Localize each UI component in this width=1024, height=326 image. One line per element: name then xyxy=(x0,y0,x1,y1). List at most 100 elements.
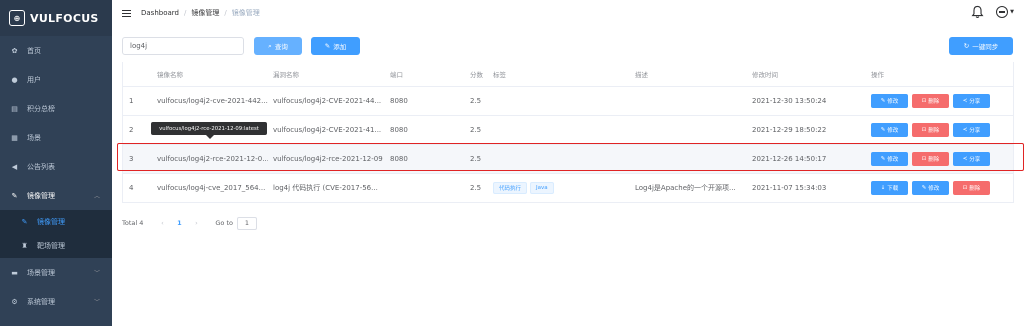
row-tags xyxy=(488,116,628,144)
row-vul-name: vulfocus/log4j2-rce-2021-12-09 xyxy=(273,155,383,163)
row-tags xyxy=(488,87,628,115)
delete-label: 删除 xyxy=(928,99,940,105)
sidebar-item-label: 镜像管理 xyxy=(27,191,55,200)
download-label: 下载 xyxy=(887,186,899,192)
breadcrumb-image-management[interactable]: 镜像管理 xyxy=(191,8,219,18)
logo-text: VULFOCUS xyxy=(30,11,99,25)
table-header: 镜像名称 漏洞名称 端口 分数 标签 描述 修改时间 操作 xyxy=(122,62,1014,87)
sidebar-item-label: 系统管理 xyxy=(27,297,55,306)
edit-button[interactable]: ✎ 修改 xyxy=(871,123,908,137)
search-input[interactable]: log4j xyxy=(122,37,244,55)
sidebar-item-ranking[interactable]: ▤ 积分总榜 xyxy=(0,94,112,123)
table-row[interactable]: 1 vulfocus/log4j2-cve-2021-442... vulfoc… xyxy=(122,87,1014,116)
sidebar-item-label: 积分总榜 xyxy=(27,104,55,113)
delete-button[interactable]: ⊡ 删除 xyxy=(912,123,949,137)
share-icon: ≺ xyxy=(962,98,968,104)
breadcrumb-dashboard[interactable]: Dashboard xyxy=(141,9,179,17)
download-button[interactable]: ↓ 下载 xyxy=(871,181,908,195)
add-button[interactable]: ✎ 添加 xyxy=(311,37,360,55)
sidebar-item-announcements[interactable]: ◀ 公告列表 xyxy=(0,152,112,181)
delete-label: 删除 xyxy=(928,157,940,163)
scene-icon: ▦ xyxy=(11,133,18,142)
trash-icon: ⊡ xyxy=(962,185,968,191)
share-icon: ≺ xyxy=(962,127,968,133)
header-description: 描述 xyxy=(635,71,648,79)
row-actions: ✎ 修改 ⊡ 删除 ≺ 分享 xyxy=(866,116,1014,144)
row-score: 2.5 xyxy=(470,184,482,192)
row-vul-name: vulfocus/log4j2-CVE-2021-41... xyxy=(273,126,382,134)
download-icon: ↓ xyxy=(880,185,886,191)
share-label: 分享 xyxy=(969,128,981,134)
sidebar-item-scenes[interactable]: ▦ 场景 xyxy=(0,123,112,152)
ranking-icon: ▤ xyxy=(11,104,18,113)
delete-button[interactable]: ⊡ 删除 xyxy=(912,94,949,108)
navbar: Dashboard / 镜像管理 / 镜像管理 ▼ xyxy=(112,0,1024,26)
table-row[interactable]: 4 vulfocus/log4j-cve_2017_564... log4j 代… xyxy=(122,174,1014,203)
delete-button[interactable]: ⊡ 删除 xyxy=(953,181,990,195)
edit-icon: ✎ xyxy=(324,42,331,50)
chevron-up-icon: ︿ xyxy=(93,193,100,200)
trash-icon: ⊡ xyxy=(921,127,927,133)
table-border xyxy=(1013,62,1014,203)
edit-button[interactable]: ✎ 修改 xyxy=(871,94,908,108)
add-button-label: 添加 xyxy=(333,43,347,51)
sidebar-item-label: 靶场管理 xyxy=(37,242,65,250)
share-icon: ≺ xyxy=(962,156,968,162)
sidebar-subitem-images[interactable]: ✎ 镜像管理 xyxy=(0,210,112,234)
pagination: Total 4 ‹ 1 › Go to 1 xyxy=(122,216,257,230)
next-page-icon[interactable]: › xyxy=(189,219,203,227)
logo-shield-icon: ⊕ xyxy=(9,10,25,26)
row-index: 3 xyxy=(129,155,134,163)
row-index: 2 xyxy=(129,126,134,134)
user-menu[interactable]: ▼ xyxy=(996,6,1014,18)
settings-icon: ⚙ xyxy=(11,297,18,306)
sidebar-item-system-management[interactable]: ⚙ 系统管理 ﹀ xyxy=(0,287,112,316)
edit-label: 修改 xyxy=(928,186,940,192)
sidebar-item-image-management[interactable]: ✎ 镜像管理 ︿ xyxy=(0,181,112,210)
header-actions: 操作 xyxy=(871,71,884,79)
tooltip-arrow xyxy=(206,135,214,139)
bell-icon[interactable] xyxy=(971,5,984,19)
delete-button[interactable]: ⊡ 删除 xyxy=(912,152,949,166)
sidebar-item-home[interactable]: ✿ 首页 xyxy=(0,36,112,65)
row-vul-name: log4j 代码执行 (CVE-2017-56... xyxy=(273,184,378,192)
share-button[interactable]: ≺ 分享 xyxy=(953,123,990,137)
share-label: 分享 xyxy=(969,157,981,163)
trash-icon: ⊡ xyxy=(921,156,927,162)
edit-icon: ✎ xyxy=(921,185,927,191)
row-modified: 2021-12-29 18:50:22 xyxy=(752,126,827,134)
row-tags: 代码执行 Java xyxy=(488,174,628,202)
goto-input[interactable]: 1 xyxy=(237,216,257,230)
header-tags: 标签 xyxy=(493,71,506,79)
sidebar-item-label: 用户 xyxy=(27,75,41,84)
edit-button[interactable]: ✎ 修改 xyxy=(912,181,949,195)
share-button[interactable]: ≺ 分享 xyxy=(953,94,990,108)
row-port: 8080 xyxy=(390,97,408,105)
image-name-tooltip: vulfocus/log4j2-rce-2021-12-09:latest xyxy=(151,122,267,135)
prev-page-icon[interactable]: ‹ xyxy=(155,219,169,227)
header-index xyxy=(122,62,150,86)
breadcrumb-separator: / xyxy=(224,9,227,17)
share-button[interactable]: ≺ 分享 xyxy=(953,152,990,166)
image-manage-icon: ✎ xyxy=(11,191,18,200)
sidebar-subitem-targets[interactable]: ♜ 靶场管理 xyxy=(0,234,112,258)
caret-down-icon: ▼ xyxy=(1010,9,1014,15)
sidebar-item-users[interactable]: ● 用户 xyxy=(0,65,112,94)
sync-button[interactable]: ↻ 一键同步 xyxy=(949,37,1013,55)
edit-button[interactable]: ✎ 修改 xyxy=(871,152,908,166)
row-description: Log4j是Apache的一个开源项... xyxy=(635,184,736,192)
page-number[interactable]: 1 xyxy=(169,219,189,227)
row-score: 2.5 xyxy=(470,126,482,134)
sidebar-item-scene-management[interactable]: ▬ 场景管理 ﹀ xyxy=(0,258,112,287)
hamburger-icon[interactable] xyxy=(122,9,131,17)
query-button[interactable]: ⌕ 查询 xyxy=(254,37,302,55)
row-modified: 2021-12-26 14:50:17 xyxy=(752,155,827,163)
logo[interactable]: ⊕ VULFOCUS xyxy=(0,0,112,36)
row-score: 2.5 xyxy=(470,97,482,105)
query-button-label: 查询 xyxy=(274,43,288,51)
header-image-name: 镜像名称 xyxy=(157,71,183,79)
avatar xyxy=(996,6,1009,18)
table-row-selected[interactable]: 3 vulfocus/log4j2-rce-2021-12-0... vulfo… xyxy=(122,145,1014,174)
row-image-name: vulfocus/log4j2-rce-2021-12-0... xyxy=(157,155,268,163)
sidebar-item-label: 场景管理 xyxy=(27,268,55,277)
